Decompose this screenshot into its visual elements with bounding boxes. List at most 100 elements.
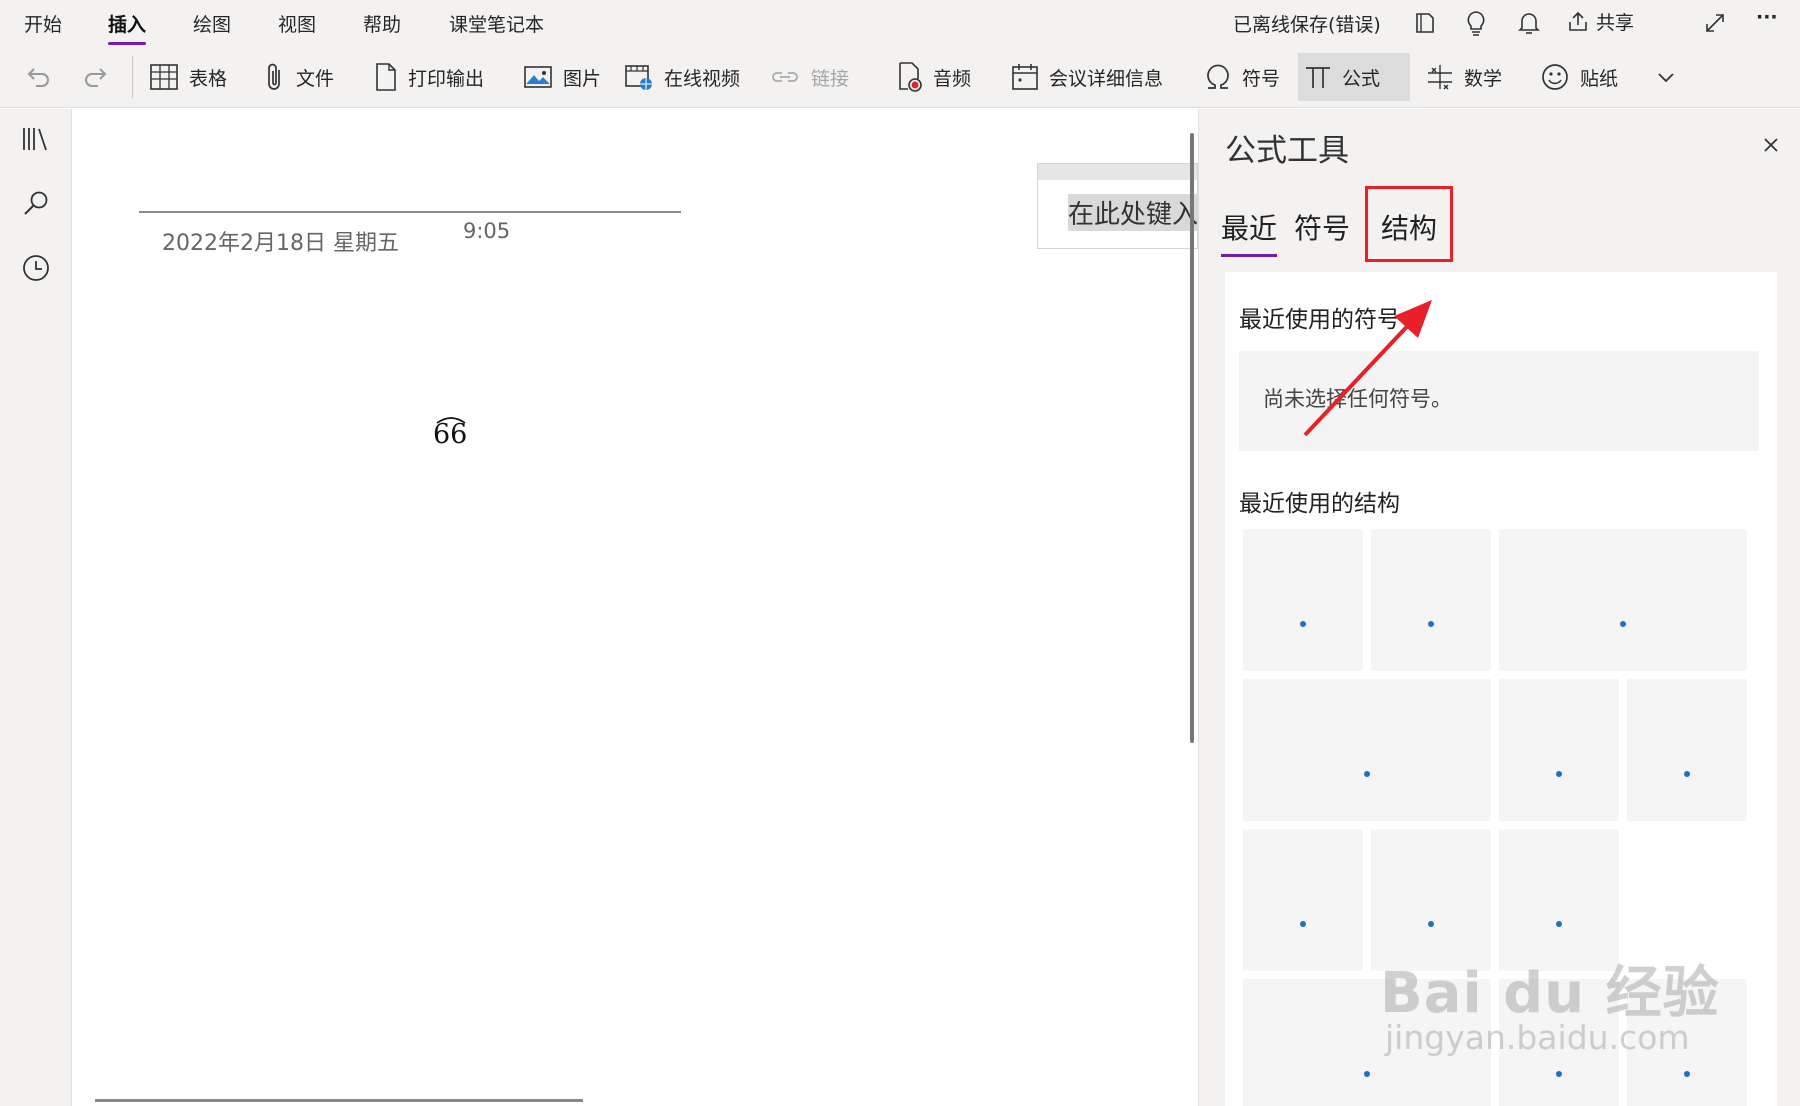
placeholder-dot <box>1556 771 1562 778</box>
annotation-arrow-icon <box>1303 300 1432 437</box>
insert-online-video-button[interactable]: 在线视频 <box>618 53 746 101</box>
sticker-button[interactable]: 贴纸 <box>1534 53 1624 101</box>
tab-insert[interactable]: 插入 <box>108 10 147 45</box>
more-options-button[interactable]: ··· <box>1756 6 1778 28</box>
placeholder-dot <box>1428 921 1434 928</box>
insert-audio-button[interactable]: 音频 <box>891 53 977 101</box>
note-canvas[interactable]: 2022年2月18日 星期五 9:05 66 在此处键入 <box>73 109 1198 1106</box>
insert-picture-button[interactable]: 图片 <box>517 53 607 101</box>
printout-label: 打印输出 <box>408 67 485 90</box>
structure-tile[interactable] <box>1371 529 1491 671</box>
recent-button[interactable] <box>20 252 52 284</box>
input-box-handle[interactable] <box>1038 164 1197 180</box>
picture-label: 图片 <box>563 67 602 90</box>
placeholder-dot <box>1556 1071 1562 1078</box>
placeholder-dot <box>1364 1071 1370 1078</box>
picture-icon <box>524 66 552 88</box>
link-icon <box>772 72 798 82</box>
insert-link-button[interactable]: 链接 <box>763 53 855 101</box>
save-status[interactable]: 已离线保存(错误) <box>1233 10 1381 37</box>
calendar-icon <box>1012 64 1038 90</box>
tab-class-notebook[interactable]: 课堂笔记本 <box>449 10 544 37</box>
paperclip-icon <box>268 63 280 90</box>
placeholder-dot <box>1300 921 1306 928</box>
structure-tile[interactable] <box>1371 829 1491 971</box>
structure-tile[interactable] <box>1499 679 1619 821</box>
placeholder-dot <box>1620 621 1626 628</box>
insert-table-button[interactable]: 表格 <box>143 53 233 101</box>
omega-icon <box>1207 64 1229 89</box>
page-time: 9:05 <box>463 219 511 243</box>
redo-button[interactable] <box>76 53 118 101</box>
search-icon <box>24 191 48 215</box>
close-icon <box>1764 138 1778 152</box>
insert-equation-button[interactable]: 公式 <box>1298 53 1410 101</box>
tab-symbols[interactable]: 符号 <box>1294 207 1350 247</box>
menu-bar: 开始 插入 绘图 视图 帮助 课堂笔记本 已离线保存(错误) 共享 ··· <box>0 0 1800 46</box>
share-icon <box>1569 11 1587 31</box>
equation-tools-pane: 公式工具 最近 符号 结构 最近使用的符号 尚未选择任何符号。 最近使用的结构 <box>1198 109 1800 1106</box>
meeting-label: 会议详细信息 <box>1049 67 1164 90</box>
structure-tile[interactable] <box>1499 529 1747 671</box>
toolbar-divider <box>132 56 133 98</box>
math-icon <box>1428 65 1452 90</box>
lightbulb-icon[interactable] <box>1461 8 1491 38</box>
notebooks-button[interactable] <box>20 123 52 155</box>
tab-view[interactable]: 视图 <box>278 10 316 37</box>
smiley-icon <box>1542 64 1568 90</box>
undo-button[interactable] <box>16 53 58 101</box>
tab-home[interactable]: 开始 <box>24 10 62 37</box>
structures-tab-highlight <box>1365 186 1453 262</box>
structure-tile[interactable] <box>1243 829 1363 971</box>
notebook-icon[interactable] <box>1410 8 1440 38</box>
insert-toolbar: 表格 文件 打印输出 图片 在线视频 链接 音频 会议详细信息 符号 公式 数学 <box>0 46 1800 108</box>
tab-recent[interactable]: 最近 <box>1221 207 1278 257</box>
equation-input-box[interactable]: 在此处键入 <box>1037 163 1198 249</box>
symbol-label: 符号 <box>1242 67 1281 90</box>
recent-structures-heading: 最近使用的结构 <box>1239 491 1400 517</box>
structure-tile[interactable] <box>1627 679 1747 821</box>
structure-tile[interactable] <box>1499 979 1619 1106</box>
insert-file-button[interactable]: 文件 <box>258 53 340 101</box>
expand-icon[interactable] <box>1700 8 1730 38</box>
redo-icon <box>85 68 107 87</box>
insert-printout-button[interactable]: 打印输出 <box>368 53 490 101</box>
online-video-label: 在线视频 <box>664 67 741 90</box>
document-icon <box>376 63 396 91</box>
sticker-label: 贴纸 <box>1580 67 1619 90</box>
navigation-rail <box>0 109 72 1106</box>
page-title-line[interactable] <box>139 211 681 213</box>
math-button[interactable]: 数学 <box>1420 53 1508 101</box>
horizontal-scrollbar[interactable] <box>95 1099 583 1102</box>
canvas-scrollbar[interactable] <box>1190 133 1194 743</box>
page-date: 2022年2月18日 星期五 <box>162 231 399 256</box>
placeholder-dot <box>1684 771 1690 778</box>
chevron-down-icon <box>1658 73 1674 83</box>
pane-title: 公式工具 <box>1225 133 1349 169</box>
toolbar-overflow-button[interactable] <box>1650 53 1682 101</box>
tab-draw[interactable]: 绘图 <box>193 10 231 37</box>
placeholder-dot <box>1684 1071 1690 1078</box>
audio-icon <box>899 62 922 92</box>
structure-tile[interactable] <box>1243 679 1491 821</box>
share-button[interactable]: 共享 <box>1566 8 1634 35</box>
table-icon <box>150 64 178 90</box>
structure-tile[interactable] <box>1243 529 1363 671</box>
close-pane-button[interactable] <box>1757 131 1785 159</box>
insert-meeting-details-button[interactable]: 会议详细信息 <box>1005 53 1169 101</box>
structure-tile[interactable] <box>1243 979 1491 1106</box>
bell-icon[interactable] <box>1514 8 1544 38</box>
insert-symbol-button[interactable]: 符号 <box>1198 53 1286 101</box>
structure-tile[interactable] <box>1499 829 1619 971</box>
structure-tile[interactable] <box>1627 979 1747 1106</box>
equation-object[interactable]: 66 <box>433 417 467 450</box>
library-icon <box>23 128 47 151</box>
audio-label: 音频 <box>933 67 972 90</box>
math-label: 数学 <box>1464 67 1503 90</box>
equation-label: 公式 <box>1342 67 1381 90</box>
placeholder-dot <box>1428 621 1434 628</box>
placeholder-dot <box>1364 771 1370 778</box>
file-label: 文件 <box>296 67 335 90</box>
search-button[interactable] <box>20 187 52 219</box>
tab-help[interactable]: 帮助 <box>363 10 401 37</box>
